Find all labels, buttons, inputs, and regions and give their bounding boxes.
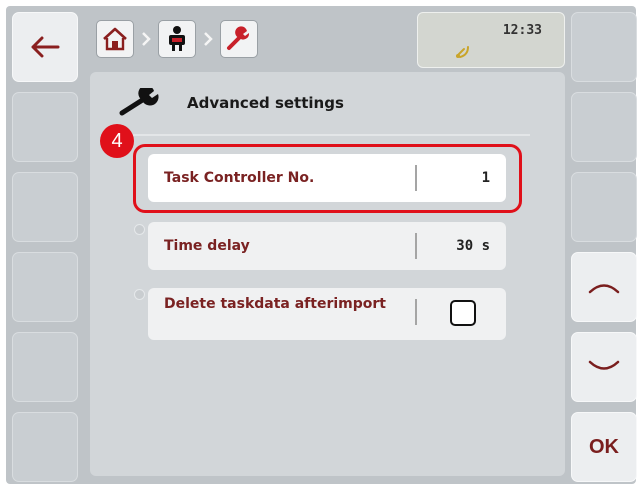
breadcrumb-terminal[interactable] <box>158 20 196 58</box>
terminal-operator-icon <box>169 26 185 51</box>
row-label-line-2: import <box>333 296 386 312</box>
softkey-left-6[interactable] <box>12 412 78 482</box>
clock-time: 12:33 <box>502 23 542 38</box>
breadcrumb-separator-icon <box>204 32 213 46</box>
chevron-down-icon <box>588 360 620 370</box>
ok-label: OK <box>589 435 619 458</box>
row-divider <box>415 299 417 325</box>
row-label-line-1: Delete taskdata after <box>164 296 334 312</box>
softkey-left-2[interactable] <box>12 92 78 162</box>
row-label: Time delay <box>164 238 250 254</box>
row-indicator-dot <box>134 224 145 235</box>
softkey-right-1[interactable] <box>571 12 637 82</box>
page-title: Advanced settings <box>187 94 344 112</box>
wrench-icon <box>119 88 159 116</box>
status-indicator: 12:33 <box>417 12 565 68</box>
satellite-signal-icon <box>456 46 469 58</box>
breadcrumb-home[interactable] <box>96 20 134 58</box>
title-divider <box>112 134 530 136</box>
time-delay-row[interactable]: Time delay 30 s <box>148 222 506 270</box>
chevron-up-icon <box>588 284 620 294</box>
row-label: Delete taskdata after import <box>164 296 386 313</box>
softkey-right-3[interactable] <box>571 172 637 242</box>
breadcrumb-separator-icon <box>142 32 151 46</box>
breadcrumb-settings[interactable] <box>220 20 258 58</box>
row-divider <box>415 233 417 259</box>
softkey-left-3[interactable] <box>12 172 78 242</box>
softkey-left-4[interactable] <box>12 252 78 322</box>
softkey-right-2[interactable] <box>571 92 637 162</box>
ok-button[interactable]: OK <box>571 412 637 482</box>
row-indicator-dot <box>134 289 145 300</box>
settings-panel <box>90 72 565 476</box>
scroll-up-button[interactable] <box>571 252 637 322</box>
annotation-highlight-frame <box>133 144 522 213</box>
delete-taskdata-checkbox[interactable] <box>450 300 476 326</box>
softkey-left-5[interactable] <box>12 332 78 402</box>
wrench-icon <box>227 26 250 50</box>
arrow-left-icon <box>31 36 60 58</box>
row-value: 30 s <box>456 238 490 254</box>
delete-taskdata-row[interactable]: Delete taskdata after import <box>148 288 506 340</box>
annotation-marker: 4 <box>100 124 134 158</box>
scroll-down-button[interactable] <box>571 332 637 402</box>
back-button[interactable] <box>12 12 78 82</box>
home-icon <box>103 27 127 51</box>
